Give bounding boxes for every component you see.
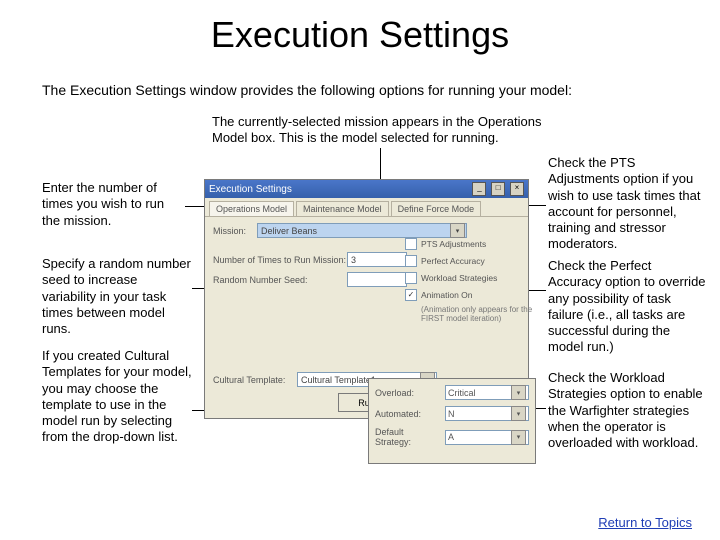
mission-value: Deliver Beans bbox=[261, 226, 317, 236]
return-to-topics-link[interactable]: Return to Topics bbox=[598, 515, 692, 530]
slide-subtitle: The Execution Settings window provides t… bbox=[42, 82, 680, 98]
window-title: Execution Settings bbox=[209, 184, 292, 195]
num-times-input[interactable]: 3 bbox=[347, 252, 407, 267]
default-strategy-value: A bbox=[448, 432, 454, 442]
tab-operations-model[interactable]: Operations Model bbox=[209, 201, 294, 216]
chevron-down-icon: ▾ bbox=[511, 406, 526, 421]
overload-value: Critical bbox=[448, 388, 476, 398]
annotation-pts: Check the PTS Adjustments option if you … bbox=[548, 155, 706, 253]
mission-dropdown[interactable]: Deliver Beans ▾ bbox=[257, 223, 467, 238]
window-maximize-button[interactable]: □ bbox=[491, 182, 505, 196]
annotation-perfect: Check the Perfect Accuracy option to ove… bbox=[548, 258, 706, 356]
animation-checkbox-label: Animation On bbox=[421, 290, 473, 300]
chevron-down-icon: ▾ bbox=[511, 385, 526, 400]
window-close-button[interactable]: × bbox=[510, 182, 524, 196]
tab-maintenance-model[interactable]: Maintenance Model bbox=[296, 201, 389, 216]
chevron-down-icon: ▾ bbox=[450, 223, 465, 238]
chevron-down-icon: ▾ bbox=[511, 430, 526, 445]
workload-checkbox[interactable] bbox=[405, 272, 417, 284]
automated-value: N bbox=[448, 409, 455, 419]
perfect-checkbox[interactable] bbox=[405, 255, 417, 267]
num-times-label: Number of Times to Run Mission: bbox=[213, 255, 343, 265]
overload-label: Overload: bbox=[375, 388, 441, 398]
cultural-label: Cultural Template: bbox=[213, 375, 293, 385]
window-minimize-button[interactable]: _ bbox=[472, 182, 486, 196]
default-strategy-dropdown[interactable]: A ▾ bbox=[445, 430, 529, 445]
animation-hint: (Animation only appears for the FIRST mo… bbox=[421, 306, 551, 324]
annotation-num-times: Enter the number of times you wish to ru… bbox=[42, 180, 182, 229]
cultural-value: Cultural Template1 bbox=[301, 375, 376, 385]
seed-input[interactable] bbox=[347, 272, 407, 287]
automated-dropdown[interactable]: N ▾ bbox=[445, 406, 529, 421]
mission-label: Mission: bbox=[213, 226, 253, 236]
annotation-seed: Specify a random number seed to increase… bbox=[42, 256, 192, 337]
tab-define-force-mode[interactable]: Define Force Mode bbox=[391, 201, 482, 216]
animation-checkbox[interactable]: ✓ bbox=[405, 289, 417, 301]
connector-line bbox=[536, 408, 546, 409]
default-strategy-label: Default Strategy: bbox=[375, 427, 441, 447]
overload-dropdown[interactable]: Critical ▾ bbox=[445, 385, 529, 400]
workload-checkbox-label: Workload Strategies bbox=[421, 273, 497, 283]
seed-label: Random Number Seed: bbox=[213, 275, 343, 285]
num-times-value: 3 bbox=[351, 255, 356, 265]
pts-checkbox-label: PTS Adjustments bbox=[421, 239, 486, 249]
automated-label: Automated: bbox=[375, 409, 441, 419]
annotation-top: The currently-selected mission appears i… bbox=[212, 114, 572, 147]
workload-strategies-panel: Overload: Critical ▾ Automated: N ▾ Defa… bbox=[368, 378, 536, 464]
annotation-workload: Check the Workload Strategies option to … bbox=[548, 370, 706, 451]
pts-checkbox[interactable] bbox=[405, 238, 417, 250]
slide-title: Execution Settings bbox=[0, 14, 720, 56]
annotation-cultural: If you created Cultural Templates for yo… bbox=[42, 348, 192, 446]
perfect-checkbox-label: Perfect Accuracy bbox=[421, 256, 485, 266]
